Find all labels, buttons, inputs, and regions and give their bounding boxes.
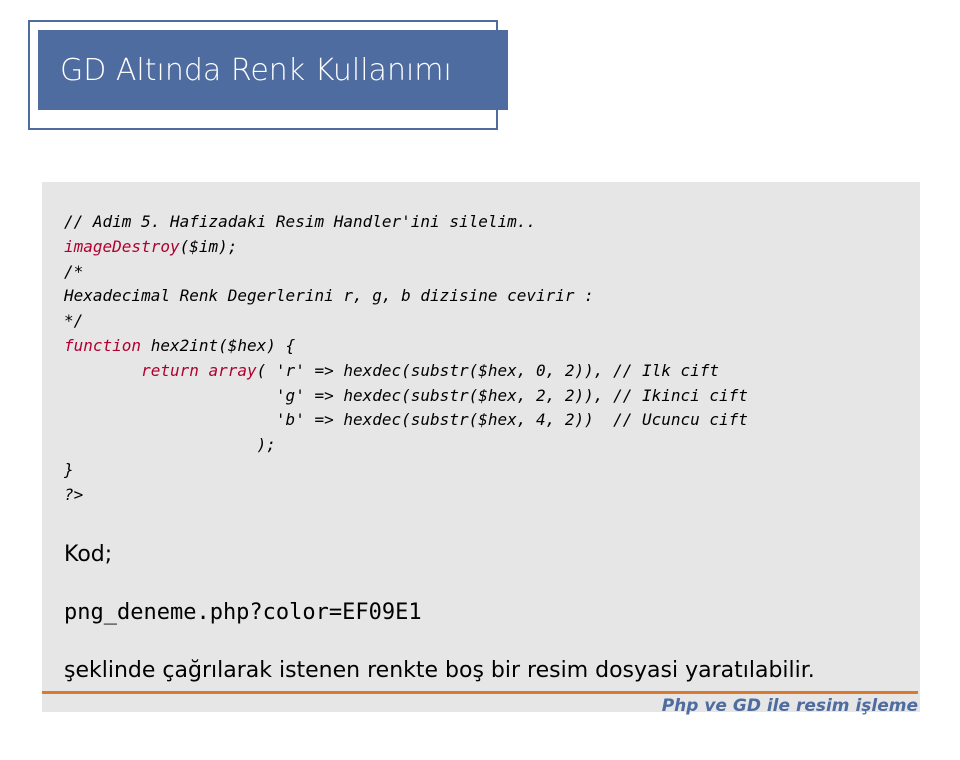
code-line: /* (64, 260, 898, 285)
footer-rule (42, 691, 918, 694)
code-line: return array( 'r' => hexdec(substr($hex,… (64, 359, 898, 384)
code-line: */ (64, 309, 898, 334)
code-line: // Adim 5. Hafizadaki Resim Handler'ini … (64, 210, 898, 235)
slide-title: GD Altında Renk Kullanımı (60, 53, 452, 88)
code-line: ); (64, 433, 898, 458)
code-line: 'b' => hexdec(substr($hex, 4, 2)) // Ucu… (64, 408, 898, 433)
slide: GD Altında Renk Kullanımı // Adim 5. Haf… (0, 0, 960, 760)
code-line: 'g' => hexdec(substr($hex, 2, 2)), // Ik… (64, 384, 898, 409)
footer: Php ve GD ile resim işleme (42, 691, 918, 716)
footer-text: Php ve GD ile resim işleme (42, 696, 918, 716)
code-line: function hex2int($hex) { (64, 334, 898, 359)
kod-label: Kod; (64, 538, 898, 572)
code-line: } (64, 458, 898, 483)
description: şeklinde çağrılarak istenen renkte boş b… (64, 654, 898, 688)
content-block: // Adim 5. Hafizadaki Resim Handler'ini … (42, 182, 920, 712)
title-bar: GD Altında Renk Kullanımı (38, 30, 508, 110)
code-line: Hexadecimal Renk Degerlerini r, g, b diz… (64, 284, 898, 309)
code-line: imageDestroy($im); (64, 235, 898, 260)
example-url: png_deneme.php?color=EF09E1 (64, 596, 898, 630)
code-line: ?> (64, 483, 898, 508)
